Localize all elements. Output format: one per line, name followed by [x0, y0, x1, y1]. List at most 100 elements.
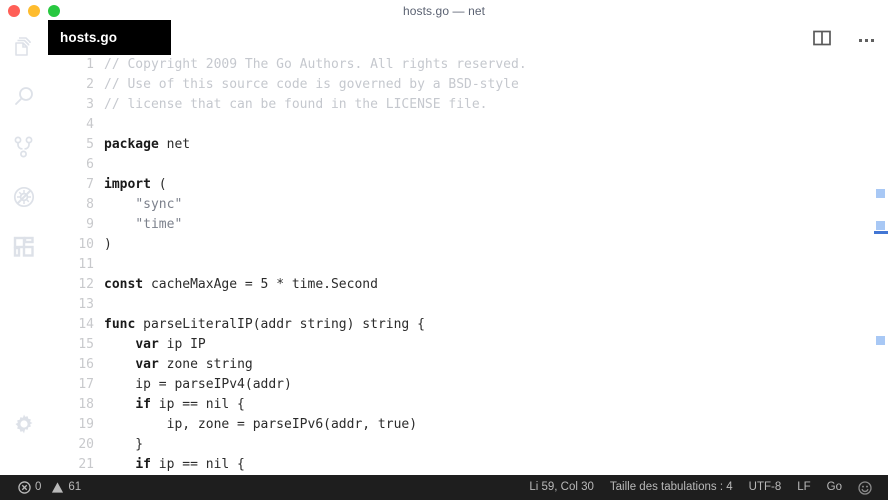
code-token-plain: cacheMaxAge = 5 * time.Second	[143, 277, 378, 292]
line-content: package net	[104, 135, 190, 155]
code-token-plain: parseLiteralIP(addr string) string {	[135, 317, 425, 332]
code-token-key: if	[135, 457, 151, 472]
code-lines: 1 // Copyright 2009 The Go Authors. All r…	[48, 55, 888, 475]
line-number: 4	[86, 117, 94, 132]
split-editor-button[interactable]	[808, 26, 836, 54]
code-token-key: var	[135, 357, 159, 372]
feedback-button[interactable]	[850, 475, 880, 500]
code-line[interactable]: 21 if ip == nil {	[48, 455, 888, 475]
code-line[interactable]: 5 package net	[48, 135, 888, 155]
more-actions-button[interactable]	[852, 26, 880, 54]
sidebar-item-explorer[interactable]	[0, 22, 48, 72]
status-bar-left: 0 61	[0, 475, 89, 500]
line-content: import (	[104, 175, 167, 195]
line-content: // Copyright 2009 The Go Authors. All ri…	[104, 55, 527, 75]
more-actions-icon	[858, 38, 874, 42]
code-line[interactable]: 20 }	[48, 435, 888, 455]
warning-count: 61	[68, 481, 82, 493]
code-token-plain: ip == nil {	[150, 457, 245, 472]
tab-size-status[interactable]: Taille des tabulations : 4	[602, 475, 741, 500]
problems-status[interactable]: 0 61	[10, 475, 89, 500]
code-token-comment: // Use of this source code is governed b…	[104, 77, 519, 92]
code-token-comment: // license that can be found in the LICE…	[104, 97, 488, 112]
split-editor-icon	[813, 30, 831, 51]
line-content: "time"	[104, 215, 182, 235]
code-line[interactable]: 18 if ip == nil {	[48, 395, 888, 415]
code-token-comment: // Copyright 2009 The Go Authors. All ri…	[104, 57, 527, 72]
sidebar-item-source-control[interactable]	[0, 122, 48, 172]
line-content: if ip == nil {	[104, 455, 245, 475]
line-number: 3	[86, 97, 94, 112]
line-content: // Use of this source code is governed b…	[104, 75, 519, 95]
smiley-icon	[858, 480, 872, 495]
ruler-match-marker[interactable]	[876, 189, 885, 198]
code-line[interactable]: 14 func parseLiteralIP(addr string) strin…	[48, 315, 888, 335]
line-number: 8	[86, 197, 94, 212]
code-token-plain: }	[104, 437, 144, 452]
source-control-icon	[11, 134, 37, 160]
code-line[interactable]: 17 ip = parseIPv4(addr)	[48, 375, 888, 395]
line-number: 14	[78, 317, 94, 332]
code-line[interactable]: 7 import (	[48, 175, 888, 195]
tab-tooltip[interactable]: hosts.go	[48, 20, 171, 55]
code-line[interactable]: 13	[48, 295, 888, 315]
sidebar-item-search[interactable]	[0, 72, 48, 122]
code-line[interactable]: 11	[48, 255, 888, 275]
cursor-position-status[interactable]: Li 59, Col 30	[521, 475, 602, 500]
window-title: hosts.go — net	[402, 4, 486, 18]
code-token-plain: ip, zone = parseIPv6(addr, true)	[104, 417, 418, 432]
line-number: 7	[86, 177, 94, 192]
code-token-key: if	[135, 397, 151, 412]
code-line[interactable]: 2 // Use of this source code is governed …	[48, 75, 888, 95]
line-number: 19	[78, 417, 94, 432]
line-content: const cacheMaxAge = 5 * time.Second	[104, 275, 378, 295]
code-token-plain: zone string	[158, 357, 253, 372]
code-token-plain: (	[150, 177, 167, 192]
tab-tooltip-label: hosts.go	[60, 30, 118, 45]
activity-bar	[0, 22, 48, 475]
eol-status[interactable]: LF	[789, 475, 818, 500]
line-number: 10	[78, 237, 94, 252]
code-line[interactable]: 16 var zone string	[48, 355, 888, 375]
line-number: 2	[86, 77, 94, 92]
code-line[interactable]: 4	[48, 115, 888, 135]
line-content: }	[104, 435, 143, 455]
ruler-match-marker[interactable]	[876, 336, 885, 345]
overview-ruler[interactable]	[874, 55, 888, 475]
encoding-status[interactable]: UTF-8	[741, 475, 790, 500]
code-token-key: func	[104, 317, 136, 332]
code-token-str: "sync"	[135, 197, 183, 212]
ruler-cursor-marker[interactable]	[874, 231, 888, 234]
code-token-plain: ip = parseIPv4(addr)	[104, 377, 292, 392]
code-line[interactable]: 10)	[48, 235, 888, 255]
code-token-plain: ip IP	[158, 337, 206, 352]
code-line[interactable]: 12 const cacheMaxAge = 5 * time.Second	[48, 275, 888, 295]
line-number: 21	[78, 457, 94, 472]
warning-triangle-icon	[51, 481, 64, 494]
sidebar-item-extensions[interactable]	[0, 222, 48, 272]
language-mode-status[interactable]: Go	[819, 475, 850, 500]
line-content: ip = parseIPv4(addr)	[104, 375, 292, 395]
code-line[interactable]: 6	[48, 155, 888, 175]
status-bar-right: Li 59, Col 30 Taille des tabulations : 4…	[521, 475, 888, 500]
sidebar-item-run-debug[interactable]	[0, 172, 48, 222]
code-line[interactable]: 9 "time"	[48, 215, 888, 235]
ruler-match-marker[interactable]	[876, 221, 885, 230]
code-line[interactable]: 1 // Copyright 2009 The Go Authors. All r…	[48, 55, 888, 75]
sidebar-item-manage[interactable]	[0, 399, 48, 449]
error-count: 0	[35, 481, 42, 493]
line-number: 6	[86, 157, 94, 172]
search-icon	[11, 84, 37, 110]
line-number: 9	[86, 217, 94, 232]
code-token-plain: ip == nil {	[150, 397, 245, 412]
code-line[interactable]: 3 // license that can be found in the LIC…	[48, 95, 888, 115]
code-line[interactable]: 19 ip, zone = parseIPv6(addr, true)	[48, 415, 888, 435]
line-content: )	[104, 235, 112, 255]
code-editor[interactable]: 1 // Copyright 2009 The Go Authors. All r…	[48, 55, 888, 475]
code-line[interactable]: 8 "sync"	[48, 195, 888, 215]
code-line[interactable]: 15 var ip IP	[48, 335, 888, 355]
line-number: 16	[78, 357, 94, 372]
